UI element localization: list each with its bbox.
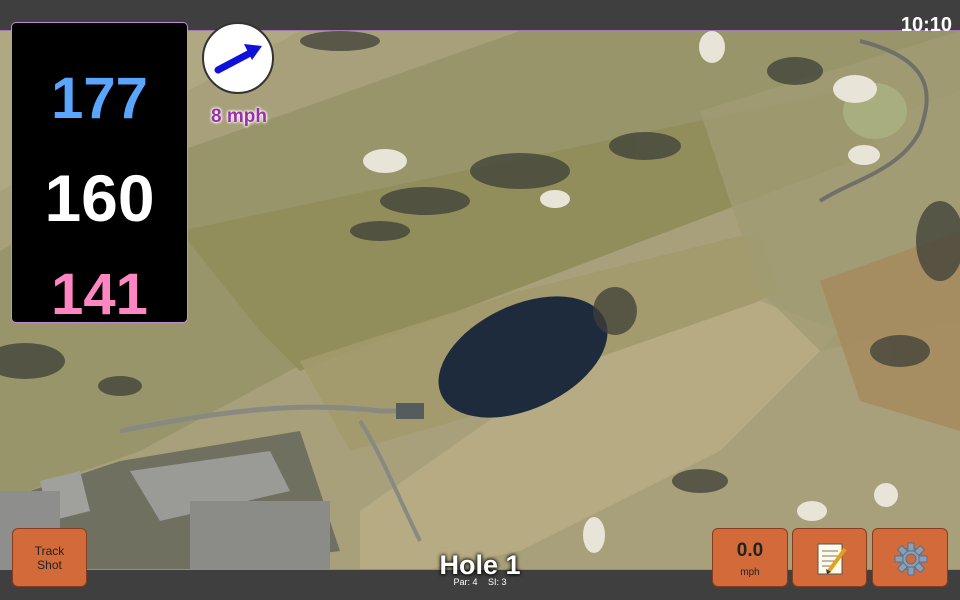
bunker [699,31,725,63]
hole-par: Par: 4 [453,577,478,587]
wind-speed: 8 mph [211,106,267,127]
bunker [797,501,827,521]
distance-middle: 160 [44,161,155,235]
bunker [874,483,898,507]
bunker [583,517,605,553]
track-shot-button[interactable]: Track Shot [12,528,87,587]
gear-icon [894,542,928,576]
distance-panel: 177 160 141 [11,22,188,327]
wind-direction-dial [202,22,274,94]
distance-front: 141 [51,262,148,327]
speed-unit: mph [740,567,760,578]
bunker [363,149,407,173]
bunker [540,190,570,208]
hole-stroke-index: SI: 3 [488,577,507,587]
notepad-icon [817,543,847,575]
track-shot-label-line1: Track [34,543,65,558]
speed-value: 0.0 [736,540,764,561]
bunker [848,145,880,165]
settings-button[interactable] [872,528,948,587]
hole-info: Par: 4 SI: 3 [380,577,580,587]
distance-back: 177 [51,66,148,131]
wind-arrow-icon [214,44,262,74]
clock: 10:10 [900,14,952,36]
speed-button[interactable]: 0.0 mph [712,528,788,587]
bunker [833,75,877,103]
track-shot-label-line2: Shot [37,557,62,572]
notes-button[interactable] [792,528,867,587]
